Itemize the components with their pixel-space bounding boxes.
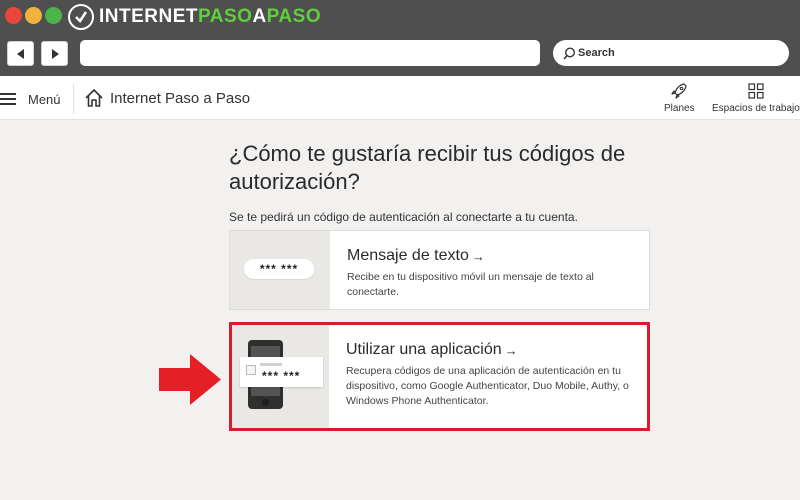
header-divider <box>73 84 74 114</box>
brand-name-part: PASO <box>198 6 253 27</box>
home-link[interactable]: Internet Paso a Paso <box>84 86 250 110</box>
app-code-popup: *** *** <box>240 357 323 387</box>
forward-arrow-icon <box>51 48 59 59</box>
maximize-window-button[interactable] <box>45 7 62 24</box>
brand-name: INTERNETPASOAPASO <box>99 6 321 28</box>
option-title-text: Mensaje de texto <box>347 247 469 264</box>
workspaces-label: Espacios de trabajo <box>712 103 800 114</box>
option-description: Recibe en tu dispositivo móvil un mensaj… <box>347 271 594 298</box>
arrow-right-icon: → <box>471 248 485 264</box>
address-bar[interactable] <box>80 40 540 66</box>
option-description: Recupera códigos de una aplicación de au… <box>346 365 629 407</box>
option-text-message[interactable]: *** *** Mensaje de texto → Recibe en tu … <box>229 230 650 310</box>
browser-toolbar: Search <box>0 34 800 76</box>
menu-button[interactable]: Menú <box>0 88 61 110</box>
brand-watermark: INTERNETPASOAPASO <box>68 4 321 30</box>
sms-code-bubble: *** *** <box>244 259 314 279</box>
minimize-window-button[interactable] <box>25 7 42 24</box>
hamburger-icon <box>0 93 16 105</box>
plans-label: Planes <box>664 103 695 114</box>
app-illustration: *** *** <box>232 325 329 428</box>
brand-logo-icon <box>68 4 94 30</box>
sms-illustration: *** *** <box>230 231 330 309</box>
main-content: ¿Cómo te gustaría recibir tus códigos de… <box>229 140 651 224</box>
workspaces-button[interactable]: Espacios de trabajo <box>712 82 800 114</box>
forward-button[interactable] <box>41 41 68 66</box>
option-title: Utilizar una aplicación → <box>346 341 631 359</box>
checkbox-icon <box>246 365 256 375</box>
option-authenticator-app[interactable]: *** *** Utilizar una aplicación → Recupe… <box>229 322 650 431</box>
back-button[interactable] <box>7 41 34 66</box>
home-icon <box>85 89 103 107</box>
browser-titlebar: INTERNETPASOAPASO <box>0 0 800 34</box>
search-icon <box>563 46 576 60</box>
option-title: Mensaje de texto → <box>347 247 632 265</box>
app-header: Menú Internet Paso a Paso Planes Espacio… <box>0 76 800 120</box>
page-title: ¿Cómo te gustaría recibir tus códigos de… <box>229 141 626 194</box>
option-title-text: Utilizar una aplicación <box>346 341 502 358</box>
site-title: Internet Paso a Paso <box>110 89 251 107</box>
menu-label: Menú <box>28 91 61 107</box>
pointer-arrow-icon <box>159 354 221 405</box>
popup-line <box>260 363 282 366</box>
brand-name-part: A <box>252 6 267 27</box>
brand-name-part: INTERNET <box>99 6 198 27</box>
app-code-text: *** *** <box>262 369 301 383</box>
close-window-button[interactable] <box>5 7 22 24</box>
grid-icon <box>748 83 764 99</box>
back-arrow-icon <box>16 48 24 59</box>
search-placeholder: Search <box>578 47 615 59</box>
brand-name-part: PASO <box>266 6 322 27</box>
search-input[interactable]: Search <box>553 40 789 66</box>
page-subtitle: Se te pedirá un código de autenticación … <box>229 210 578 224</box>
arrow-right-icon: → <box>504 342 518 358</box>
rocket-icon <box>671 83 687 99</box>
plans-button[interactable]: Planes <box>664 82 695 114</box>
